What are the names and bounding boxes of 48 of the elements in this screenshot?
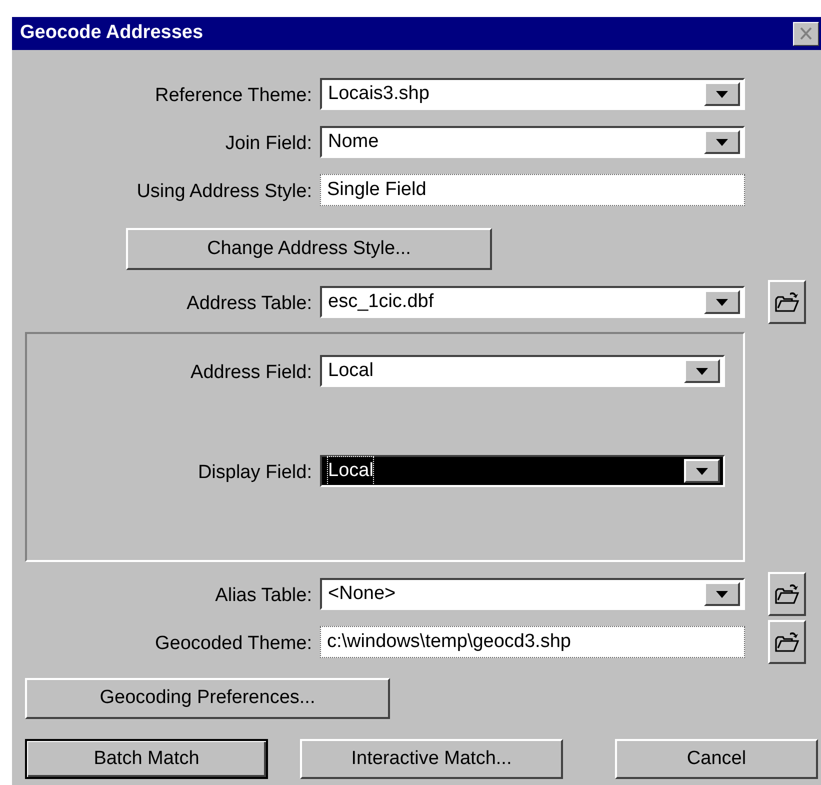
field-label: Geocoded Theme: (154, 632, 313, 656)
browse-button[interactable] (768, 620, 806, 664)
dropdown-button[interactable] (704, 130, 740, 154)
dropdown-button[interactable] (684, 459, 720, 483)
dialog-button[interactable]: Interactive Match... (300, 739, 563, 779)
field-label: Alias Table: (214, 584, 313, 608)
browse-button[interactable] (768, 572, 806, 616)
folder-icon (775, 291, 799, 313)
dropdown-button[interactable] (684, 359, 720, 383)
folder-icon (775, 583, 799, 605)
dropdown-field[interactable]: Locais3.shp (320, 78, 745, 110)
window-title: Geocode Addresses (20, 21, 204, 46)
dropdown-field[interactable]: Nome (320, 126, 745, 158)
field-value: <None> (328, 582, 396, 606)
text-field[interactable]: c:\windows\temp\geocd3.shp (320, 626, 745, 658)
field-value: esc_1cic.dbf (328, 290, 434, 314)
browse-button[interactable] (768, 280, 806, 324)
field-value: Locais3.shp (328, 82, 430, 106)
field-label: Reference Theme: (154, 84, 313, 108)
dropdown-arrow-icon (716, 298, 728, 306)
dialog-button[interactable]: Cancel (615, 739, 818, 779)
field-value: Local (328, 456, 374, 486)
change-address-style-button[interactable]: Change Address Style... (126, 228, 492, 270)
folder-icon (775, 631, 799, 653)
field-value: Local (328, 358, 374, 383)
dropdown-arrow-icon (716, 90, 728, 98)
dropdown-field[interactable]: Local (320, 455, 725, 487)
dropdown-field[interactable]: Local (320, 355, 725, 387)
dropdown-field[interactable]: esc_1cic.dbf (320, 286, 745, 318)
field-label: Address Field: (190, 360, 313, 385)
dropdown-button[interactable] (704, 290, 740, 314)
field-label: Join Field: (224, 132, 313, 156)
field-label: Using Address Style: (136, 180, 313, 204)
dropdown-arrow-icon (716, 138, 728, 146)
field-label: Display Field: (196, 460, 313, 485)
close-icon (799, 27, 813, 40)
dropdown-field[interactable]: <None> (320, 578, 745, 610)
dropdown-button[interactable] (704, 582, 740, 606)
dropdown-button[interactable] (704, 82, 740, 106)
field-value: Nome (328, 130, 379, 154)
dropdown-arrow-icon (696, 368, 708, 374)
dropdown-arrow-icon (716, 590, 728, 598)
text-field[interactable]: Single Field (320, 174, 745, 206)
dropdown-arrow-icon (696, 468, 708, 474)
field-label: Address Table: (186, 292, 313, 316)
close-button[interactable] (793, 22, 819, 46)
geocoding-preferences-button[interactable]: Geocoding Preferences... (25, 678, 390, 719)
dialog-button[interactable]: Batch Match (25, 739, 268, 779)
